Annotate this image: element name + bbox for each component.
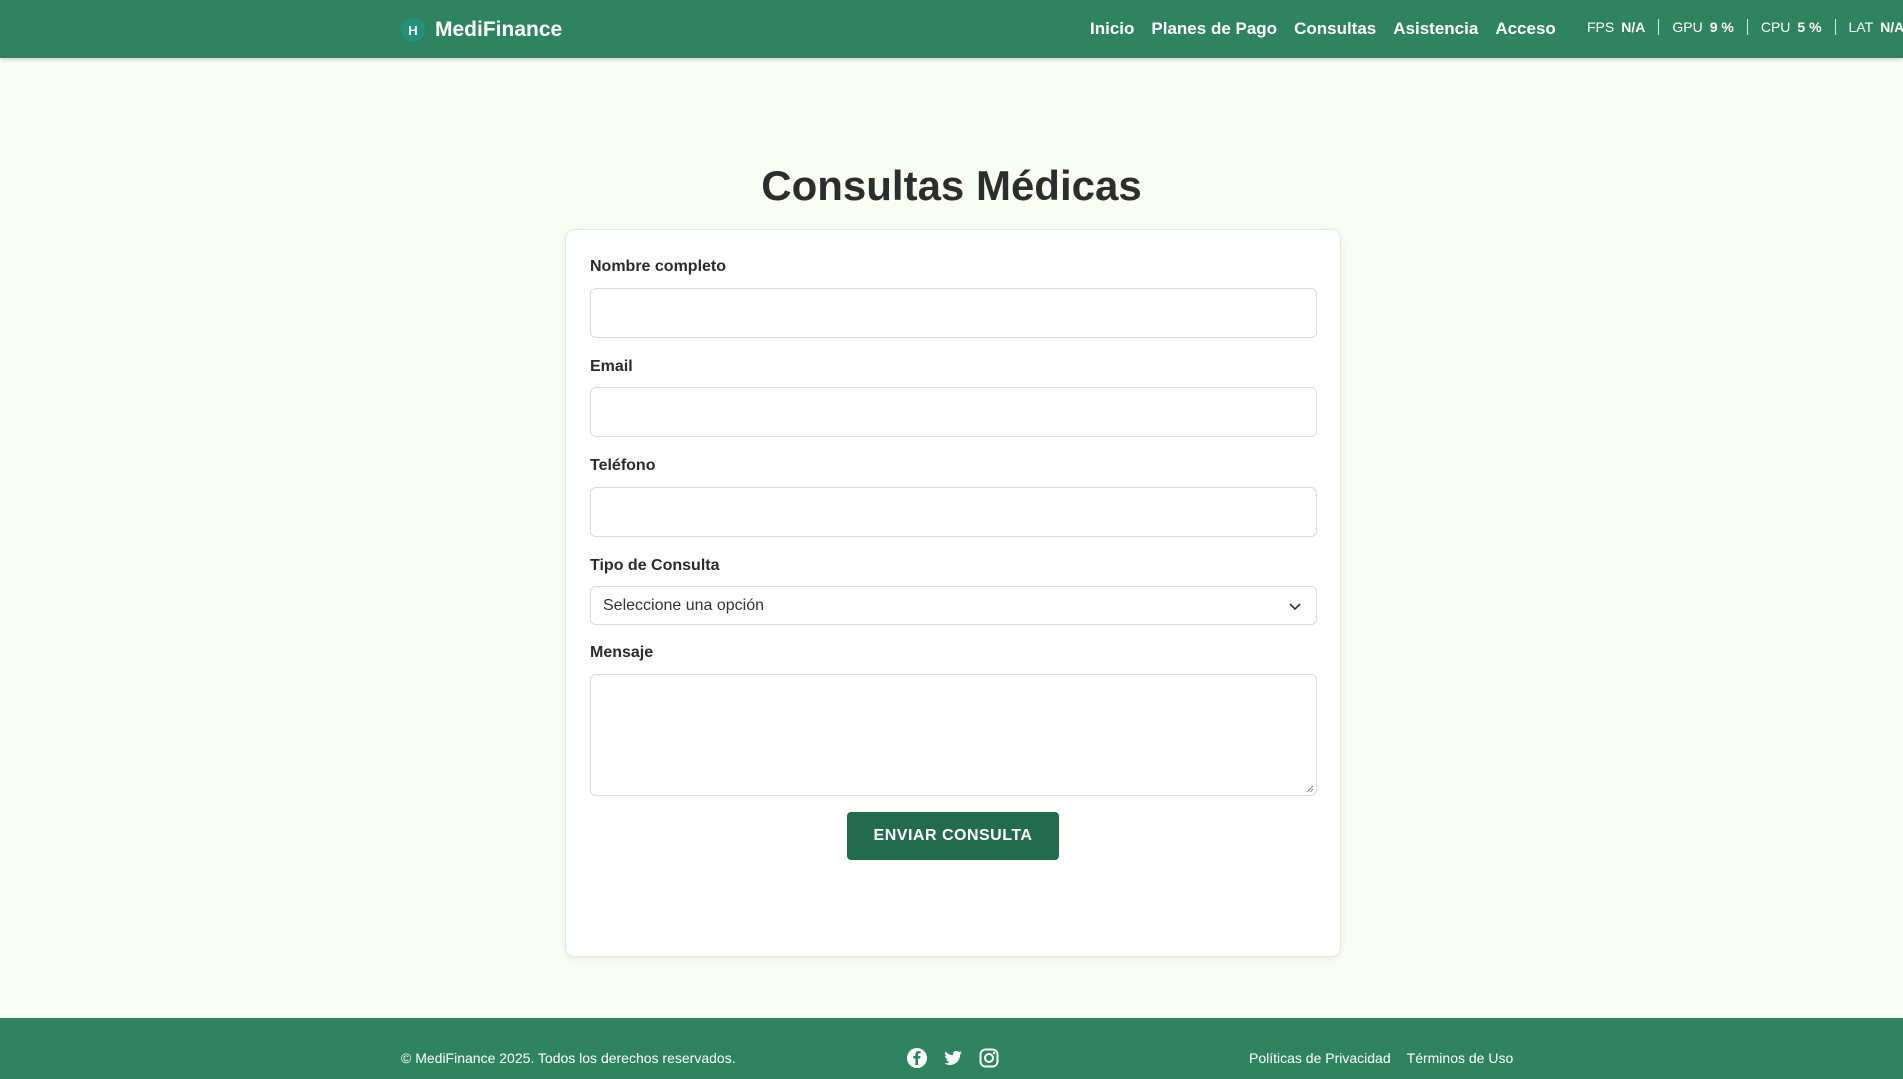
- social-links: [906, 1047, 1000, 1069]
- nav-link-planes-de-pago[interactable]: Planes de Pago: [1151, 19, 1277, 39]
- brand-logo[interactable]: H MediFinance: [401, 17, 562, 43]
- brand-name: MediFinance: [435, 18, 563, 41]
- email-field[interactable]: [590, 387, 1317, 437]
- main-nav: Inicio Planes de Pago Consultas Asistenc…: [1090, 19, 1556, 39]
- submit-consultation-button[interactable]: ENVIAR CONSULTA: [847, 812, 1059, 860]
- phone-field[interactable]: [590, 487, 1317, 537]
- instagram-icon[interactable]: [978, 1047, 1000, 1069]
- metric-gpu: GPU 9 %: [1658, 19, 1746, 35]
- nav-link-acceso[interactable]: Acceso: [1495, 19, 1555, 39]
- performance-metrics: FPS N/A GPU 9 % CPU 5 % LAT N/A: [1587, 19, 1903, 35]
- metric-value: N/A: [1621, 19, 1646, 35]
- metric-label: LAT: [1848, 19, 1874, 35]
- metric-label: CPU: [1760, 19, 1791, 35]
- metric-value: 5 %: [1797, 19, 1822, 35]
- privacy-policy-link[interactable]: Políticas de Privacidad: [1249, 1050, 1391, 1066]
- copyright-text: © MediFinance 2025. Todos los derechos r…: [401, 1050, 736, 1066]
- metric-lat: LAT N/A: [1834, 19, 1903, 35]
- brand-badge-icon: H: [401, 18, 425, 42]
- consultation-type-label: Tipo de Consulta: [590, 557, 720, 574]
- message-label: Mensaje: [590, 644, 654, 661]
- top-navbar: H MediFinance Inicio Planes de Pago Cons…: [0, 0, 1903, 58]
- phone-label: Teléfono: [590, 457, 656, 474]
- consultation-type-selected: Seleccione una opción: [603, 596, 765, 614]
- nav-link-inicio[interactable]: Inicio: [1090, 19, 1134, 39]
- metric-label: FPS: [1587, 19, 1615, 35]
- metric-cpu: CPU 5 %: [1746, 19, 1835, 35]
- terms-of-use-link[interactable]: Términos de Uso: [1407, 1050, 1514, 1066]
- name-label: Nombre completo: [590, 258, 727, 275]
- metric-value: 9 %: [1709, 19, 1734, 35]
- twitter-icon[interactable]: [942, 1047, 964, 1069]
- name-field[interactable]: [590, 288, 1317, 338]
- nav-link-consultas[interactable]: Consultas: [1294, 19, 1376, 39]
- message-textarea[interactable]: [590, 674, 1317, 796]
- nav-link-asistencia[interactable]: Asistencia: [1393, 19, 1478, 39]
- resize-grip-icon[interactable]: [1306, 785, 1314, 793]
- consultation-type-select[interactable]: Seleccione una opción: [590, 586, 1317, 625]
- metric-label: GPU: [1672, 19, 1703, 35]
- consultation-form: Nombre completo Email Teléfono Tipo de C…: [565, 229, 1341, 957]
- footer-links: Políticas de Privacidad Términos de Uso: [1249, 1050, 1513, 1066]
- email-label: Email: [590, 358, 633, 375]
- metric-fps: FPS N/A: [1587, 19, 1658, 35]
- metric-value: N/A: [1880, 19, 1903, 35]
- chevron-down-icon: [1289, 603, 1301, 611]
- facebook-icon[interactable]: [906, 1047, 928, 1069]
- page-title: Consultas Médicas: [761, 162, 1142, 209]
- page-footer: © MediFinance 2025. Todos los derechos r…: [0, 1018, 1903, 1079]
